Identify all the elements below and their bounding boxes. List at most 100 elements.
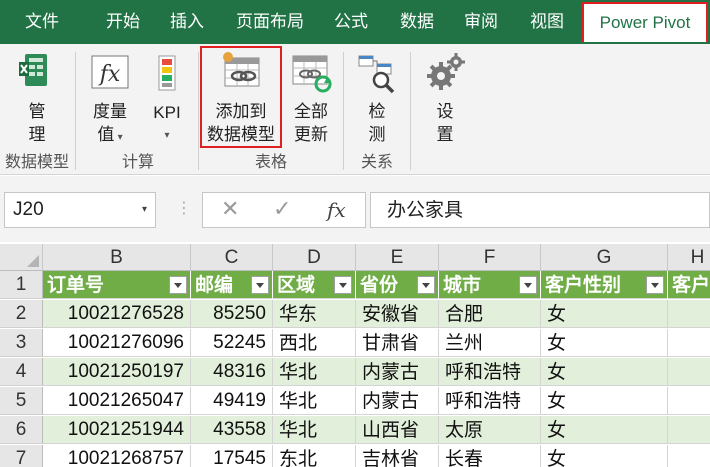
detect-button[interactable]: 检 测 [352, 50, 402, 147]
table-cell[interactable]: 长春 [439, 445, 541, 467]
table-cell[interactable]: 华北 [273, 416, 356, 444]
table-cell[interactable]: 呼和浩特 [439, 358, 541, 386]
kpi-button[interactable]: KPI ▾ [144, 50, 190, 147]
column-header-b[interactable]: B [43, 244, 191, 271]
filter-dropdown-icon[interactable] [417, 276, 435, 294]
filter-dropdown-icon[interactable] [334, 276, 352, 294]
select-all-button[interactable] [0, 244, 43, 271]
column-header-c[interactable]: C [191, 244, 273, 271]
table-cell[interactable]: 内蒙古 [356, 387, 439, 415]
row-header-3[interactable]: 3 [0, 329, 43, 357]
tab-review[interactable]: 审阅 [456, 0, 506, 44]
table-cell[interactable]: 10021251944 [43, 416, 191, 444]
row-header-7[interactable]: 7 [0, 445, 43, 467]
manage-button[interactable]: 管 理 [6, 50, 68, 147]
tab-formulas[interactable]: 公式 [326, 0, 376, 44]
table-cell[interactable] [668, 416, 710, 444]
table-cell[interactable]: 17545 [191, 445, 273, 467]
table-cell[interactable]: 10021250197 [43, 358, 191, 386]
table-cell[interactable] [668, 300, 710, 328]
cancel-icon[interactable]: ✕ [221, 193, 239, 227]
table-cell[interactable]: 太原 [439, 416, 541, 444]
table-cell[interactable]: 52245 [191, 329, 273, 357]
tab-data[interactable]: 数据 [392, 0, 442, 44]
tab-view[interactable]: 视图 [522, 0, 572, 44]
table-cell[interactable]: 10021276096 [43, 329, 191, 357]
filter-dropdown-icon[interactable] [251, 276, 269, 294]
table-header-label: 客户 [672, 274, 710, 296]
table-cell[interactable]: 华北 [273, 387, 356, 415]
table-cell[interactable]: 吉林省 [356, 445, 439, 467]
table-cell[interactable]: 女 [541, 329, 668, 357]
table-cell[interactable]: 山西省 [356, 416, 439, 444]
column-header-h[interactable]: H [668, 244, 710, 271]
table-cell[interactable] [668, 387, 710, 415]
table-header-cell[interactable]: 客户性别 [541, 271, 668, 299]
tab-page-layout[interactable]: 页面布局 [228, 0, 312, 44]
row-header-2[interactable]: 2 [0, 300, 43, 328]
table-cell[interactable]: 10021265047 [43, 387, 191, 415]
tab-power-pivot[interactable]: Power Pivot [582, 2, 708, 42]
table-cell[interactable]: 43558 [191, 416, 273, 444]
table-cell[interactable]: 48316 [191, 358, 273, 386]
table-cell[interactable]: 东北 [273, 445, 356, 467]
table-cell[interactable]: 华东 [273, 300, 356, 328]
column-header-d[interactable]: D [273, 244, 356, 271]
table-cell[interactable]: 女 [541, 416, 668, 444]
table-cell[interactable]: 10021276528 [43, 300, 191, 328]
refresh-all-button[interactable]: 全部 更新 [284, 50, 338, 147]
column-header-g[interactable]: G [541, 244, 668, 271]
tab-home[interactable]: 开始 [98, 0, 148, 44]
filter-dropdown-icon[interactable] [169, 276, 187, 294]
table-cell[interactable]: 合肥 [439, 300, 541, 328]
table-cell[interactable]: 西北 [273, 329, 356, 357]
table-cell[interactable]: 女 [541, 358, 668, 386]
drag-handle[interactable]: ⋮ [176, 198, 192, 217]
chevron-down-icon[interactable]: ▾ [142, 193, 147, 227]
tab-insert[interactable]: 插入 [162, 0, 212, 44]
row-header-6[interactable]: 6 [0, 416, 43, 444]
row-header-4[interactable]: 4 [0, 358, 43, 386]
worksheet-grid: B C D E F G H 1 订单号 邮编 区域 省份 城市 客户性别 客户 2 10021276528 852… [0, 244, 710, 467]
add-to-model-label-1: 添加到 [215, 102, 267, 122]
filter-dropdown-icon[interactable] [646, 276, 664, 294]
table-cell[interactable] [668, 358, 710, 386]
table-header-cell[interactable]: 区域 [273, 271, 356, 299]
table-header-label: 客户性别 [545, 274, 622, 296]
table-cell[interactable]: 华北 [273, 358, 356, 386]
table-header-cell[interactable]: 订单号 [43, 271, 191, 299]
detect-label-1: 检 [368, 102, 386, 122]
column-header-e[interactable]: E [356, 244, 439, 271]
table-cell[interactable]: 49419 [191, 387, 273, 415]
add-to-data-model-button[interactable]: 添加到 数据模型 [202, 50, 280, 147]
column-header-f[interactable]: F [439, 244, 541, 271]
confirm-icon[interactable]: ✓ [273, 193, 291, 227]
table-cell[interactable]: 10021268757 [43, 445, 191, 467]
table-cell[interactable]: 甘肃省 [356, 329, 439, 357]
row-header-5[interactable]: 5 [0, 387, 43, 415]
table-header-label: 区域 [277, 274, 316, 296]
formula-input[interactable]: 办公家具 [370, 192, 710, 228]
table-cell[interactable] [668, 329, 710, 357]
table-cell[interactable]: 女 [541, 300, 668, 328]
filter-dropdown-icon[interactable] [519, 276, 537, 294]
table-cell[interactable]: 安徽省 [356, 300, 439, 328]
table-header-cell[interactable]: 省份 [356, 271, 439, 299]
table-cell[interactable]: 呼和浩特 [439, 387, 541, 415]
table-header-cell[interactable]: 城市 [439, 271, 541, 299]
measures-button[interactable]: fx 度量 值 ▾ [82, 50, 138, 149]
settings-button[interactable]: 设 置 [420, 50, 470, 147]
insert-function-button[interactable]: fx [327, 193, 346, 227]
table-cell[interactable]: 女 [541, 445, 668, 467]
row-header-1[interactable]: 1 [0, 271, 43, 299]
table-cell[interactable]: 85250 [191, 300, 273, 328]
name-box[interactable]: J20 ▾ [4, 192, 156, 228]
table-header-cell[interactable]: 邮编 [191, 271, 273, 299]
table-cell[interactable] [668, 445, 710, 467]
table-cell[interactable]: 内蒙古 [356, 358, 439, 386]
table-cell[interactable]: 兰州 [439, 329, 541, 357]
manage-label-1: 管 [28, 102, 46, 122]
tab-file[interactable]: 文件 [0, 0, 84, 44]
table-cell[interactable]: 女 [541, 387, 668, 415]
table-header-cell[interactable]: 客户 [668, 271, 710, 299]
